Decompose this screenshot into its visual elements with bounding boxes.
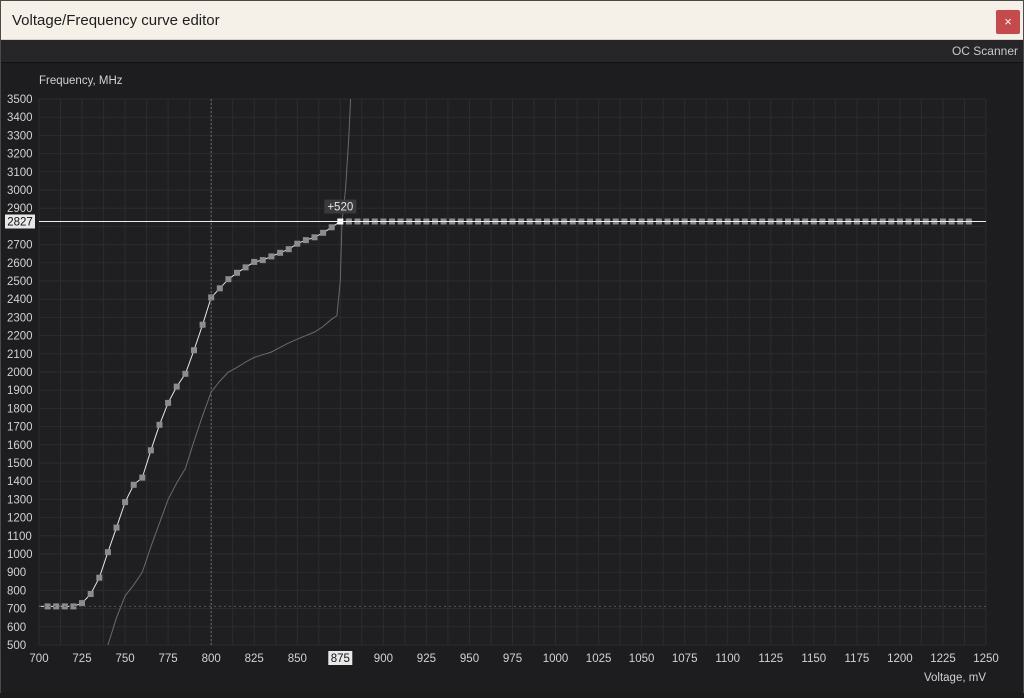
toolbar: OC Scanner: [1, 40, 1023, 63]
curve-point[interactable]: [242, 264, 249, 271]
x-tick-label: 800: [202, 653, 221, 665]
curve-point[interactable]: [173, 383, 180, 390]
curve-point[interactable]: [259, 257, 266, 264]
y-tick-label: 2700: [7, 240, 33, 252]
x-tick-label: 1000: [543, 653, 569, 665]
y-tick-label: 1100: [7, 531, 32, 543]
x-tick-label: 775: [159, 653, 178, 665]
curve-point[interactable]: [156, 421, 163, 428]
curve-point[interactable]: [251, 258, 258, 265]
curve-point[interactable]: [79, 600, 85, 607]
y-tick-label: 3500: [7, 94, 33, 106]
selected-frequency-label: 2827: [7, 217, 33, 229]
y-tick-label: 2600: [7, 258, 33, 270]
offset-tooltip-label: +520: [327, 202, 353, 214]
curve-point[interactable]: [139, 474, 146, 481]
x-tick-label: 1150: [801, 653, 826, 665]
grid-lines: [38, 98, 987, 646]
curve-point[interactable]: [268, 253, 275, 260]
y-tick-label: 3200: [7, 149, 33, 161]
y-tick-label: 1600: [7, 440, 33, 452]
curve-point[interactable]: [165, 399, 172, 406]
title-bar[interactable]: Voltage/Frequency curve editor ×: [1, 1, 1023, 40]
y-tick-label: 1500: [7, 458, 33, 470]
curve-point[interactable]: [216, 285, 223, 292]
curve-point[interactable]: [87, 591, 94, 597]
curve-point[interactable]: [96, 574, 103, 581]
curve-point[interactable]: [320, 229, 327, 236]
y-tick-label: 1700: [7, 422, 33, 434]
y-tick-labels: 500 600 700 800 900 1000 1100 1200 1300 1400 1500 1…: [7, 94, 33, 652]
x-axis-label: Voltage, mV: [924, 672, 986, 684]
curve-point[interactable]: [104, 549, 111, 556]
x-tick-label: 850: [288, 653, 307, 665]
curve-point[interactable]: [199, 321, 206, 328]
x-tick-label: 1100: [715, 653, 740, 665]
y-tick-label: 500: [7, 640, 26, 652]
y-tick-label: 1300: [7, 494, 33, 506]
y-tick-label: 2200: [7, 331, 33, 343]
x-tick-label: 725: [72, 653, 91, 665]
y-tick-label: 3000: [7, 185, 33, 197]
x-tick-label: 1225: [930, 653, 956, 665]
y-tick-label: 2100: [7, 349, 33, 361]
x-tick-label: 1250: [973, 653, 999, 665]
y-tick-label: 900: [7, 567, 26, 579]
curve-plot-area: Frequency, MHz Voltage, mV 500 600 700 800 9…: [1, 63, 1023, 693]
close-button[interactable]: ×: [996, 10, 1020, 34]
y-tick-label: 1200: [7, 513, 33, 525]
curve-point[interactable]: [285, 246, 292, 253]
selected-voltage-label: 875: [331, 653, 350, 665]
y-tick-label: 800: [7, 585, 26, 597]
curve-point[interactable]: [113, 524, 120, 531]
curve-point[interactable]: [277, 249, 284, 256]
curve-point[interactable]: [302, 237, 309, 244]
y-tick-label: 3100: [7, 167, 33, 179]
y-tick-label: 1800: [7, 403, 33, 415]
curve-point[interactable]: [294, 240, 301, 247]
x-tick-label: 1075: [672, 653, 698, 665]
curve-point[interactable]: [328, 224, 335, 231]
x-tick-label: 1025: [586, 653, 612, 665]
y-tick-label: 1400: [7, 476, 33, 488]
y-tick-label: 600: [7, 622, 26, 634]
y-tick-label: 3300: [7, 130, 33, 142]
y-tick-label: 1900: [7, 385, 33, 397]
x-tick-label: 975: [503, 653, 522, 665]
y-tick-label: 2300: [7, 312, 33, 324]
y-tick-label: 3400: [7, 112, 33, 124]
x-tick-label: 925: [417, 653, 436, 665]
x-tick-label: 825: [245, 653, 264, 665]
curve-point[interactable]: [191, 347, 197, 354]
y-tick-label: 2400: [7, 294, 33, 306]
oc-scanner-button[interactable]: OC Scanner: [952, 44, 1018, 58]
window-title: Voltage/Frequency curve editor: [12, 12, 220, 29]
curve-point[interactable]: [147, 447, 154, 454]
y-tick-label: 2000: [7, 367, 33, 379]
y-tick-label: 2500: [7, 276, 33, 288]
x-tick-label: 1125: [758, 653, 783, 665]
vf-curve-chart[interactable]: Frequency, MHz Voltage, mV 500 600 700 800 9…: [1, 63, 1023, 693]
x-tick-label: 700: [29, 653, 48, 665]
x-tick-label: 900: [374, 653, 393, 665]
y-tick-label: 1000: [7, 549, 33, 561]
x-tick-label: 950: [460, 653, 479, 665]
curve-point[interactable]: [234, 269, 240, 276]
curve-point[interactable]: [130, 481, 137, 488]
x-tick-label: 1050: [629, 653, 655, 665]
curve-point[interactable]: [122, 499, 129, 506]
curve-point[interactable]: [225, 276, 232, 283]
x-tick-label: 750: [116, 653, 135, 665]
curve-point[interactable]: [311, 234, 318, 241]
vf-curve-editor-window: Voltage/Frequency curve editor × OC Scan…: [0, 0, 1024, 693]
x-tick-label: 1200: [887, 653, 913, 665]
x-tick-labels: 700 725 750 775 800 825 850 900 925 950 975 1000 102…: [29, 653, 998, 665]
curve-point[interactable]: [182, 370, 189, 377]
y-tick-label: 700: [7, 604, 26, 616]
y-tick-label: 2900: [7, 203, 33, 215]
y-axis-label: Frequency, MHz: [39, 75, 123, 87]
x-tick-label: 1175: [845, 653, 870, 665]
